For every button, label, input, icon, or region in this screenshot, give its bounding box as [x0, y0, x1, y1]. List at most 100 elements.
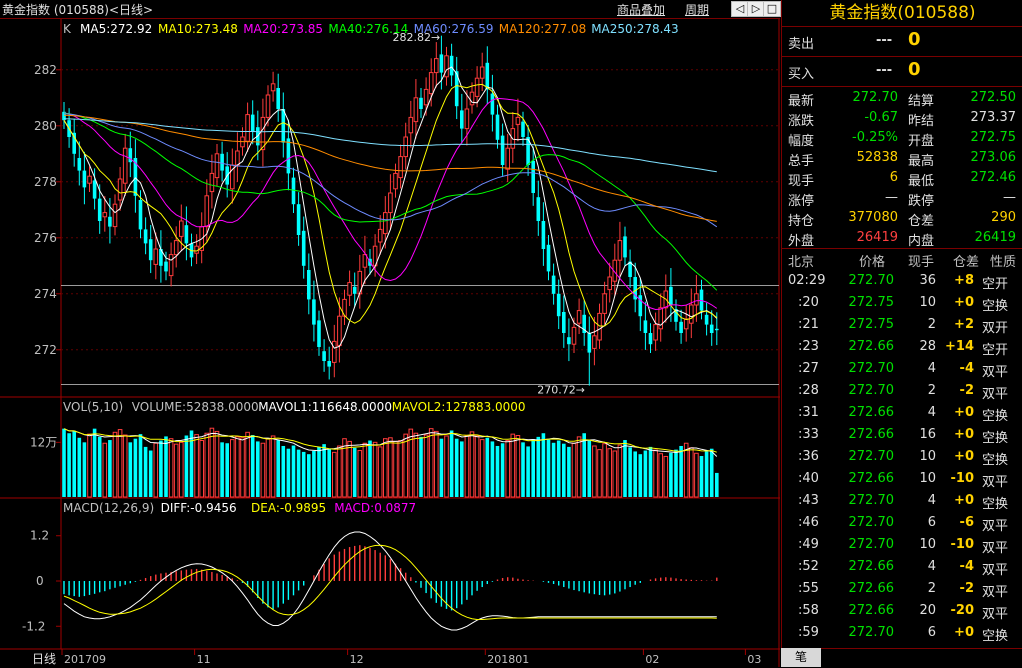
overlay-link[interactable]: 商品叠加 [617, 1, 665, 18]
volume-header-label: VOL(5,10) [63, 400, 123, 414]
volume-bar [663, 455, 669, 498]
macd-tick-label: 1.2 [30, 529, 49, 543]
candle-body [694, 293, 699, 306]
tick-volume: 10 [919, 537, 936, 552]
tick-row[interactable]: :21 272.75 2 +2 双开 [782, 314, 1022, 336]
volume-bar [164, 436, 168, 497]
candle-body [301, 230, 306, 266]
candle-body [715, 328, 719, 331]
volume-bar [265, 438, 271, 498]
tick-volume: 2 [927, 317, 936, 332]
tick-row[interactable]: :36 272.70 10 +0 空换 [782, 446, 1022, 468]
tick-row[interactable]: :58 272.66 20 -20 双平 [782, 600, 1022, 622]
volume-bar [102, 442, 108, 498]
quote-value: 52838 [856, 150, 898, 165]
volume-bar [449, 430, 454, 497]
tick-nature: 空换 [982, 629, 1009, 644]
volume-bar [439, 438, 444, 497]
volume-bar [108, 440, 112, 497]
volume-bar [250, 435, 255, 497]
volume-bar [638, 454, 643, 497]
volume-bar [469, 431, 475, 498]
candle-body [332, 340, 337, 363]
volume-bar [296, 449, 301, 497]
tick-row[interactable]: :52 272.66 4 -4 双平 [782, 556, 1022, 578]
volume-bar [393, 440, 398, 498]
tick-row[interactable]: :49 272.70 10 -10 双平 [782, 534, 1022, 556]
volume-bar [648, 446, 653, 497]
volume-bar [67, 433, 71, 497]
candle-body [413, 97, 419, 123]
candle-body [704, 314, 709, 325]
quote-value: 6 [889, 170, 898, 185]
tick-price: 272.66 [848, 339, 895, 354]
quote-row: 最新 272.70 结算 272.50 [782, 88, 1022, 109]
volume-bar [225, 443, 229, 497]
quote-row: 现手 6 最低 272.46 [782, 168, 1022, 189]
volume-bar [117, 429, 123, 498]
tick-row[interactable]: :31 272.66 4 +0 空换 [782, 402, 1022, 424]
volume-bar [317, 446, 321, 497]
candle-body [592, 335, 597, 349]
candle-body [117, 178, 123, 201]
period-link[interactable]: 周期 [685, 1, 709, 18]
candle-body [173, 240, 179, 256]
volume-bar [347, 440, 352, 498]
quote-label: 跌停 [908, 194, 935, 209]
ma-header-label: MA120:277.08 [499, 22, 587, 36]
quote-value: 272.50 [970, 90, 1017, 105]
tick-row[interactable]: :59 272.70 6 +0 空换 [782, 622, 1022, 644]
tick-volume: 4 [927, 493, 936, 508]
candle-body [474, 77, 480, 97]
volume-bar [220, 442, 224, 497]
volume-bar [72, 430, 76, 497]
tick-row[interactable]: 02:29 272.70 36 +8 空开 [782, 270, 1022, 292]
tick-row[interactable]: :40 272.66 10 -10 双平 [782, 468, 1022, 490]
tick-price: 272.66 [848, 559, 895, 574]
tick-row[interactable]: :20 272.75 10 +0 空换 [782, 292, 1022, 314]
tick-row[interactable]: :33 272.66 16 +0 空换 [782, 424, 1022, 446]
volume-bar [256, 441, 260, 497]
volume-bar [653, 449, 658, 498]
tick-volume: 6 [927, 515, 936, 530]
quote-row: 涨跌 -0.67 昨结 273.37 [782, 108, 1022, 129]
tick-oi-change: +0 [954, 405, 974, 420]
volume-bar [276, 440, 280, 497]
volume-bar [388, 437, 393, 498]
dea-line [63, 544, 717, 620]
tick-oi-change: +2 [954, 317, 974, 332]
tick-row[interactable]: :27 272.70 4 -4 双平 [782, 358, 1022, 380]
tick-row[interactable]: :43 272.70 4 +0 空换 [782, 490, 1022, 512]
quote-value: — [1003, 190, 1016, 205]
price-tick-label: 282 [34, 63, 57, 77]
ticks-tab[interactable]: 笔 [781, 648, 821, 667]
volume-bar [291, 445, 296, 497]
quote-row: 外盘 26419 内盘 26419 [782, 228, 1022, 249]
quote-label: 总手 [788, 154, 815, 169]
quote-label: 涨停 [788, 194, 815, 209]
tick-time: :55 [798, 581, 819, 596]
tick-oi-change: +0 [954, 449, 974, 464]
tick-nature: 空开 [982, 277, 1009, 292]
candle-body [235, 150, 240, 166]
volume-bar [709, 448, 714, 497]
quote-title: 黄金指数(010588) [829, 3, 976, 23]
maximize-icon[interactable]: □ [763, 1, 781, 17]
macd-tick-label: 0 [36, 574, 44, 588]
x-axis-tick-label: 201709 [64, 653, 106, 666]
tick-nature: 双平 [982, 475, 1009, 490]
volume-bar [209, 427, 215, 498]
tick-row[interactable]: :55 272.66 2 -2 双平 [782, 578, 1022, 600]
kline-chart[interactable]: 28228027827627427212万1.20-1.2 282.82→270… [0, 19, 780, 667]
quote-label: 内盘 [908, 234, 935, 249]
tick-oi-change: -4 [959, 559, 974, 574]
tick-oi-change: -6 [959, 515, 974, 530]
volume-bar [362, 442, 368, 498]
tick-row[interactable]: :23 272.66 28 +14 空开 [782, 336, 1022, 358]
volume-bar [612, 450, 618, 498]
tick-price: 272.70 [848, 537, 895, 552]
volume-bar [576, 436, 582, 498]
ticks-col-volume: 现手 [908, 255, 935, 270]
tick-row[interactable]: :46 272.70 6 -6 双平 [782, 512, 1022, 534]
tick-row[interactable]: :28 272.70 2 -2 双平 [782, 380, 1022, 402]
